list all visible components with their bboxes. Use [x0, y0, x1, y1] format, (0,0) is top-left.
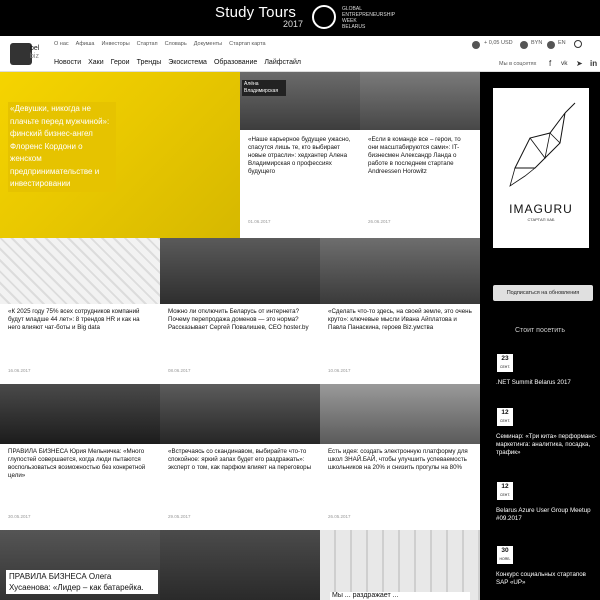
- event-title[interactable]: Семинар: «Три кита» перформанс-маркетинг…: [496, 433, 598, 457]
- article-caption: «Наше карьерное будущее ужасно, спасутся…: [244, 134, 356, 178]
- article-caption: ПРАВИЛА БИЗНЕСА Олега Хусаенова: «Лидер …: [6, 570, 158, 594]
- telegram-icon[interactable]: ➤: [576, 59, 583, 68]
- main-nav-item[interactable]: Хаки: [88, 59, 104, 66]
- linkedin-icon[interactable]: in: [590, 59, 597, 68]
- article-caption: Есть идея: создать электронную платформу…: [324, 446, 476, 474]
- article-caption: «Девушки, никогда не плачьте перед мужчи…: [8, 102, 116, 192]
- article-card[interactable]: Есть идея: создать электронную платформу…: [320, 384, 480, 530]
- event-date: 12 СЕНТ.: [497, 408, 513, 426]
- main-nav-item[interactable]: Герои: [111, 59, 130, 66]
- article-photo: [0, 238, 160, 304]
- event-title[interactable]: .NET Summit Belarus 2017: [496, 379, 598, 387]
- imaguru-ad[interactable]: IMAGURU СТАРТАП ХАБ: [493, 88, 589, 248]
- article-caption: ПРАВИЛА БИЗНЕСА Юрия Мельничка: «Много г…: [4, 446, 156, 482]
- main-nav-item[interactable]: Новости: [54, 59, 81, 66]
- main-nav-item[interactable]: Экосистема: [168, 59, 207, 66]
- article-photo: [0, 384, 160, 444]
- article-card[interactable]: «Девушки, никогда не плачьте перед мужчи…: [0, 72, 240, 238]
- article-date: 01.06.2017: [248, 219, 271, 224]
- article-date: 08.06.2017: [168, 368, 191, 373]
- event-title[interactable]: Belarus Azure User Group Meetup #09.2017: [496, 507, 598, 523]
- event-title[interactable]: Конкурс социальных стартапов SAP «UP»: [496, 571, 598, 587]
- language-icon: [547, 41, 555, 49]
- article-photo: [360, 72, 480, 130]
- vk-icon[interactable]: vk: [561, 60, 568, 67]
- event-date: 12 СЕНТ.: [497, 482, 513, 500]
- article-caption: «К 2025 году 75% всех сотрудников компан…: [4, 306, 156, 334]
- event-date: 30 НОЯБ.: [497, 546, 513, 564]
- top-nav-item[interactable]: О нас: [54, 41, 69, 47]
- unicorn-logo-icon: [509, 102, 576, 187]
- sidebar: IMAGURU СТАРТАП ХАБ Подписаться на обнов…: [480, 72, 600, 600]
- social-label: Мы в соцсетях: [499, 61, 537, 67]
- site-logo-icon[interactable]: [10, 43, 32, 65]
- article-date: 26.05.2017: [328, 514, 351, 519]
- article-date: 26.06.2017: [368, 219, 391, 224]
- article-photo: [320, 530, 480, 600]
- main-nav-item[interactable]: Образование: [214, 59, 257, 66]
- article-card[interactable]: ПРАВИЛА БИЗНЕСА Юрия Мельничка: «Много г…: [0, 384, 160, 530]
- article-caption: «Встречаясь со скандинавом, выбирайте чт…: [164, 446, 316, 474]
- banner-org: GLOBAL ENTREPRENEURSHIP WEEK BELARUS: [342, 6, 396, 30]
- article-photo: [160, 238, 320, 304]
- article-card[interactable]: «Если в команде все – герои, то они масш…: [360, 72, 480, 238]
- rate-weather: + 0,05 USD: [484, 40, 513, 46]
- article-photo: [320, 238, 480, 304]
- article-card[interactable]: Мы ... раздражает ...: [320, 530, 480, 600]
- article-date: 29.05.2017: [168, 514, 191, 519]
- weather-icon: [472, 41, 480, 49]
- article-tag: Алёна Владимирская: [242, 80, 286, 96]
- article-caption: «Если в команде все – герои, то они масш…: [364, 134, 476, 178]
- event-date: 23 СЕНТ.: [497, 354, 513, 372]
- article-caption: Можно ли отключить Беларусь от интернета…: [164, 306, 316, 334]
- article-card[interactable]: Алёна Владимирская «Наше карьерное будущ…: [240, 72, 360, 238]
- gew-logo-icon: [312, 5, 336, 29]
- article-card[interactable]: Можно ли отключить Беларусь от интернета…: [160, 238, 320, 384]
- article-photo: [320, 384, 480, 444]
- site-logo-text[interactable]: bel biz: [30, 45, 39, 61]
- top-nav-item[interactable]: Стартап: [137, 41, 158, 47]
- article-card[interactable]: «Встречаясь со скандинавом, выбирайте чт…: [160, 384, 320, 530]
- top-nav-item[interactable]: Афиша: [76, 41, 95, 47]
- article-card[interactable]: ПРАВИЛА БИЗНЕСА Олега Хусаенова: «Лидер …: [0, 530, 160, 600]
- article-date: 30.05.2017: [8, 514, 31, 519]
- article-photo: [160, 530, 320, 600]
- top-nav-item[interactable]: Стартап карта: [229, 41, 266, 47]
- facebook-icon[interactable]: f: [549, 59, 551, 68]
- article-card[interactable]: «К 2025 году 75% всех сотрудников компан…: [0, 238, 160, 384]
- banner-year: 2017: [283, 19, 304, 29]
- article-caption: «Сделать что-то здесь, на своей земле, э…: [324, 306, 476, 334]
- main-nav-item[interactable]: Тренды: [137, 59, 162, 66]
- site-header: bel biz О нас Афиша Инвесторы Стартап Сл…: [0, 36, 600, 72]
- ad-sub: СТАРТАП ХАБ: [527, 217, 555, 222]
- ad-brand: IMAGURU: [509, 202, 573, 216]
- articles-grid: «Девушки, никогда не плачьте перед мужчи…: [0, 72, 480, 600]
- top-banner[interactable]: Study Tours 2017 GLOBAL ENTREPRENEURSHIP…: [0, 0, 600, 36]
- top-nav-item[interactable]: Инвесторы: [101, 41, 129, 47]
- article-photo: [160, 384, 320, 444]
- top-nav-item[interactable]: Документы: [194, 41, 222, 47]
- top-nav-item[interactable]: Словарь: [165, 41, 187, 47]
- article-card[interactable]: [160, 530, 320, 600]
- rate-byn[interactable]: BYN: [531, 40, 542, 46]
- article-card[interactable]: «Сделать что-то здесь, на своей земле, э…: [320, 238, 480, 384]
- subscribe-button[interactable]: Подписаться на обновления: [493, 285, 593, 301]
- search-icon[interactable]: [574, 40, 582, 48]
- currency-byn-icon: [520, 41, 528, 49]
- article-caption: Мы ... раздражает ...: [330, 592, 470, 600]
- main-nav: Новости Хаки Герои Тренды Экосистема Обр…: [54, 59, 301, 66]
- article-date: 16.06.2017: [8, 368, 31, 373]
- main-nav-item[interactable]: Лайфстайл: [264, 59, 301, 66]
- language-switch[interactable]: EN: [558, 40, 566, 46]
- top-nav: О нас Афиша Инвесторы Стартап Словарь До…: [54, 41, 266, 47]
- article-date: 10.06.2017: [328, 368, 351, 373]
- visit-title: Стоит посетить: [515, 327, 565, 334]
